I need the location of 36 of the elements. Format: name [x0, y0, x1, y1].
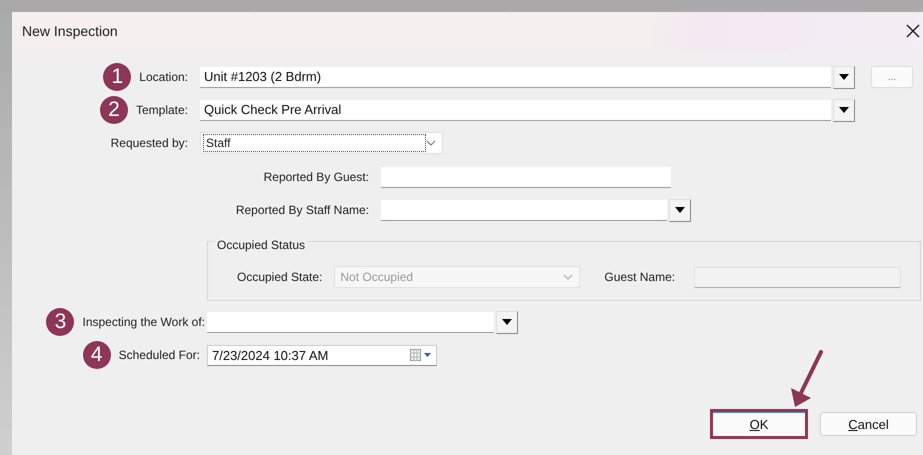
caret-icon [839, 74, 849, 80]
field-label: Occupied State: [237, 270, 322, 284]
browse-button[interactable]: ... [871, 66, 913, 88]
dropdown-button[interactable] [496, 310, 518, 334]
dropdown-button[interactable] [833, 98, 855, 122]
dropdown-button[interactable] [833, 66, 855, 88]
text-field[interactable] [381, 166, 671, 188]
calendar-icon[interactable] [410, 349, 432, 361]
field-label: Reported By Staff Name: [236, 203, 369, 217]
ok-button[interactable]: OK [710, 409, 808, 439]
group-title: Occupied Status [215, 238, 308, 252]
window-title: New Inspection [22, 23, 118, 39]
combo-field[interactable]: Quick Check Pre Arrival [200, 100, 831, 120]
caret-icon [839, 107, 849, 113]
chevron-icon [426, 140, 436, 146]
step-badge: 1 [103, 63, 132, 91]
step-badge: 2 [100, 96, 128, 124]
combo-field[interactable] [207, 312, 494, 332]
field-label: Requested by: [110, 136, 188, 150]
field-label: Location: [139, 70, 188, 84]
caret-icon [675, 207, 685, 213]
caret-icon [502, 319, 512, 325]
combo-field[interactable] [381, 200, 667, 220]
dropdown-button[interactable] [669, 198, 691, 222]
field-label: Reported By Guest: [264, 170, 369, 184]
combo-field[interactable]: Unit #1203 (2 Bdrm) [200, 66, 831, 88]
field-label: Scheduled For: [118, 348, 200, 362]
step-badge: 3 [46, 308, 74, 336]
step-badge: 4 [82, 341, 111, 369]
field-label: Guest Name: [604, 270, 676, 284]
cancel-button[interactable]: Cancel [820, 412, 917, 436]
date-field[interactable]: 7/23/2024 10:37 AM [207, 344, 437, 366]
field-label: Template: [136, 103, 188, 117]
chevron-icon [563, 274, 574, 280]
field-label: Inspecting the Work of: [82, 315, 205, 329]
select-field[interactable]: Staff [200, 132, 443, 154]
